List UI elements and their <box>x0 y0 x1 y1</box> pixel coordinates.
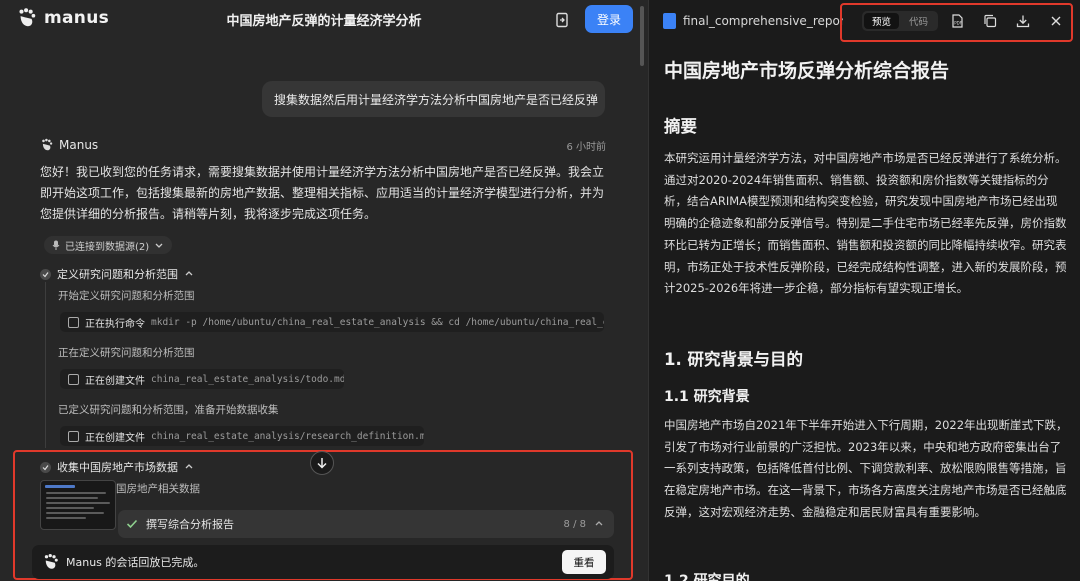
check-icon <box>40 268 51 280</box>
tool-action: 正在创建文件 <box>85 375 145 387</box>
section-1-heading: 1. 研究背景与目的 <box>664 350 803 369</box>
chat-scrollbar[interactable] <box>638 0 646 581</box>
tool-call-chip[interactable]: 正在创建文件 china_real_estate_analysis/resear… <box>60 426 424 446</box>
login-button[interactable]: 登录 <box>585 5 633 33</box>
highlight-box-toolbar <box>840 3 1073 42</box>
preview-toolbar: final_comprehensive_report 预览 代码 PDF <box>649 0 1080 42</box>
chat-scroll-thumb[interactable] <box>640 6 644 66</box>
step-1-item-2-text: 正在定义研究问题和分析范围 <box>58 347 195 359</box>
report-title: 中国房地产市场反弹分析综合报告 <box>664 60 950 82</box>
task-progress-bar[interactable]: 撰写综合分析报告 8 / 8 <box>118 510 614 538</box>
abstract-text: 本研究运用计量经济学方法，对中国房地产市场是否已经反弹进行了系统分析。通过对20… <box>664 151 1067 296</box>
conversation-title: 中国房地产反弹的计量经济学分析 <box>226 14 422 29</box>
tool-argument: china_real_estate_analysis/research_defi… <box>151 430 424 442</box>
tool-action: 正在创建文件 <box>85 432 145 444</box>
chat-panel: manus 中国房地产反弹的计量经济学分析 登录 搜集数据然后用计量经济学方法分… <box>0 0 648 581</box>
manus-logo-icon <box>44 553 58 569</box>
step-1-item-3-text: 已定义研究问题和分析范围，准备开始数据收集 <box>58 404 279 416</box>
chevron-up-icon <box>185 271 193 276</box>
data-source-pill[interactable]: 已连接到数据源(2) <box>44 236 173 254</box>
step-1-title: 定义研究问题和分析范围 <box>57 268 178 281</box>
document-preview-panel: final_comprehensive_report 预览 代码 PDF 中国房… <box>648 0 1080 581</box>
task-count: 8 / 8 <box>563 518 586 530</box>
chevron-down-icon <box>155 243 163 248</box>
file-icon <box>663 13 676 29</box>
task-label: 撰写综合分析报告 <box>146 518 234 531</box>
tool-argument: china_real_estate_analysis/todo.md <box>151 373 344 385</box>
step-1-line <box>45 282 46 448</box>
data-source-label: 已连接到数据源(2) <box>65 241 150 253</box>
agent-header: Manus 6 小时前 <box>40 137 606 153</box>
manus-avatar-icon <box>42 138 53 151</box>
step-1-header[interactable]: 定义研究问题和分析范围 <box>40 266 194 282</box>
terminal-icon <box>68 316 79 328</box>
replay-text: Manus 的会话回放已完成。 <box>66 556 205 569</box>
check-icon <box>126 519 138 529</box>
tool-argument: mkdir -p /home/ubuntu/china_real_estate_… <box>151 316 604 328</box>
file-name: final_comprehensive_report <box>683 14 843 28</box>
user-message: 搜集数据然后用计量经济学方法分析中国房地产是否已经反弹 <box>262 81 605 117</box>
scroll-to-bottom-button[interactable] <box>310 451 334 475</box>
tool-action: 正在执行命令 <box>85 318 145 330</box>
tool-call-chip[interactable]: 正在执行命令 mkdir -p /home/ubuntu/china_real_… <box>60 312 604 332</box>
chevron-up-icon <box>595 521 603 526</box>
agent-message: 您好！我已收到您的任务请求，需要搜集数据并使用计量经济学方法分析中国房地产是否已… <box>40 165 605 221</box>
step-1-item-1-text: 开始定义研究问题和分析范围 <box>58 290 195 302</box>
section-1-1-text: 中国房地产市场自2021年下半年开始进入下行周期，2022年出现断崖式下跌，引发… <box>664 418 1068 519</box>
edit-icon <box>68 430 79 442</box>
agent-name: Manus <box>59 138 99 152</box>
edit-icon <box>68 373 79 385</box>
section-1-2-heading: 1.2 研究目的 <box>664 573 750 581</box>
arrow-down-icon <box>317 458 327 469</box>
replay-bar: Manus 的会话回放已完成。 重看 <box>32 545 614 579</box>
section-1-1-heading: 1.1 研究背景 <box>664 389 750 405</box>
rewatch-button[interactable]: 重看 <box>562 550 606 574</box>
agent-timestamp: 6 小时前 <box>566 141 606 153</box>
chat-header: manus 中国房地产反弹的计量经济学分析 登录 <box>0 0 648 40</box>
microphone-icon <box>52 240 60 250</box>
tool-call-chip[interactable]: 正在创建文件 china_real_estate_analysis/todo.m… <box>60 369 344 389</box>
computer-preview-thumbnail[interactable] <box>40 480 116 530</box>
report-document: 中国房地产市场反弹分析综合报告 摘要 本研究运用计量经济学方法，对中国房地产市场… <box>664 56 1068 581</box>
abstract-heading: 摘要 <box>664 117 697 136</box>
share-file-icon[interactable] <box>553 11 571 29</box>
